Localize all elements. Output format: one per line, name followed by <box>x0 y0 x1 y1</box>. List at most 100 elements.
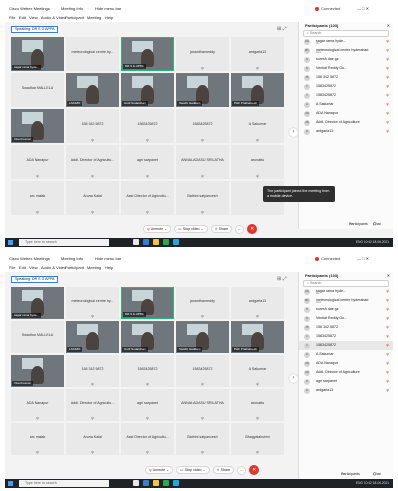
participant-tile[interactable]: ANNALADASU SRILATHA ψ <box>176 389 229 421</box>
layout-controls[interactable]: ⊞ ⤢ <box>277 276 287 282</box>
participant-tile[interactable]: ardgarla13 ψ <box>231 37 284 71</box>
hide-menu-bar-tab[interactable]: Hide menu bar <box>95 254 121 264</box>
muted-mic-icon[interactable]: ψ <box>386 82 389 91</box>
participant-row[interactable]: A A Sakumar ψ <box>299 350 393 359</box>
menu-participant[interactable]: Participant <box>65 264 84 272</box>
file-explorer-icon[interactable] <box>153 239 159 245</box>
unmute-button[interactable]: ψ Unmute ⌄ <box>145 466 174 474</box>
participant-tile[interactable]: ADA Nanapur ψ <box>11 145 64 179</box>
participant-row[interactable]: AN ADA Nanapur ψ <box>299 109 393 118</box>
participants-search-input[interactable]: ⌕ Search <box>303 280 389 287</box>
file-explorer-icon[interactable] <box>153 480 159 486</box>
participant-tile[interactable]: arc malak ψ <box>11 181 64 215</box>
windows-logo-icon[interactable] <box>8 240 13 245</box>
menu-file[interactable]: File <box>9 264 15 272</box>
window-controls[interactable]: — □ ✕ <box>357 254 369 264</box>
meeting-info-tab[interactable]: Meeting Info <box>61 254 83 264</box>
muted-mic-icon[interactable]: ψ <box>386 55 389 64</box>
participant-tile[interactable]: Vinod kumar <box>11 109 64 143</box>
muted-mic-icon[interactable]: ψ <box>386 37 389 46</box>
menu-meeting[interactable]: Meeting <box>87 14 101 22</box>
edge-icon[interactable] <box>143 480 149 486</box>
webex-icon[interactable] <box>173 239 179 245</box>
participant-row[interactable]: KH sagar rama hyde... Me ψ <box>299 37 393 46</box>
participant-tile[interactable]: ADA Nanapur ψ <box>11 389 64 421</box>
muted-mic-icon[interactable]: ψ <box>386 377 389 386</box>
participant-row[interactable]: Ssuresh dae.gz ψ <box>299 305 393 314</box>
muted-mic-icon[interactable]: ψ <box>386 350 389 359</box>
webex-icon[interactable] <box>173 480 179 486</box>
taskbar-search-input[interactable]: Type here to search <box>19 480 109 487</box>
participant-tile[interactable]: 1583425872 ψ <box>121 109 174 143</box>
participant-row[interactable]: 1 1583425872 ψ <box>299 82 393 91</box>
muted-mic-icon[interactable]: ψ <box>386 73 389 82</box>
connection-status[interactable]: Connected <box>315 254 340 264</box>
participant-tile[interactable]: janardhanreddy ψ <box>176 37 229 71</box>
participant-tile[interactable]: Aruna Kalal ψ <box>66 423 119 455</box>
participant-tile[interactable]: 158 342 5872 ψ <box>66 109 119 143</box>
window-controls[interactable]: — □ ✕ <box>357 4 369 14</box>
muted-mic-icon[interactable]: ψ <box>386 323 389 332</box>
participant-row[interactable]: Aagri sarpanet ψ <box>299 377 393 386</box>
participant-row[interactable]: 1 1583425872 ψ <box>299 91 393 100</box>
next-page-icon[interactable]: › <box>289 374 298 383</box>
participant-tile[interactable]: Swadhar MALLELA <box>11 73 64 107</box>
participant-tile[interactable]: DR S G APPA <box>121 37 174 71</box>
muted-mic-icon[interactable]: ψ <box>386 314 389 323</box>
participant-row[interactable]: AD Addl. Director of Agriculture ψ <box>299 368 393 377</box>
leave-meeting-button[interactable]: ✕ <box>249 465 260 475</box>
menu-help[interactable]: Help <box>105 14 113 22</box>
menu-view[interactable]: View <box>29 14 38 22</box>
share-button[interactable]: ⇪ Share <box>210 225 233 233</box>
participant-tile[interactable]: Gotti Sudarshan <box>121 73 174 107</box>
muted-mic-icon[interactable]: ψ <box>386 109 389 118</box>
participant-tile[interactable]: Swadhar MALLELA <box>11 321 64 353</box>
task-view-icon[interactable] <box>133 480 139 486</box>
more-options-button[interactable]: ··· <box>235 224 245 234</box>
connection-status[interactable]: Connected <box>315 4 340 14</box>
participant-tile[interactable]: Bathini satyanvesh ψ <box>176 423 229 455</box>
participant-row[interactable]: 15 158 342 5872 ψ <box>299 73 393 82</box>
menu-audio-video[interactable]: Audio & Video <box>41 264 66 272</box>
participant-tile[interactable]: DR S G APPA <box>121 287 174 319</box>
participant-row[interactable]: Aardgarla13 ψ <box>299 127 393 136</box>
participant-tile[interactable]: sagar rama hyde... <box>11 37 64 71</box>
participant-tile[interactable]: Asst Director of Agricultu... ψ <box>121 423 174 455</box>
windows-logo-icon[interactable] <box>8 481 13 486</box>
participant-tile[interactable]: A Sakumar ψ <box>231 109 284 143</box>
participant-tile[interactable]: LAKIMO <box>66 321 119 353</box>
close-icon[interactable]: ✕ <box>387 272 390 280</box>
next-page-icon[interactable]: › <box>289 128 298 137</box>
participant-row[interactable]: Aardgarla13 ψ <box>299 386 393 395</box>
participant-tile[interactable]: 1583425872 ψ <box>121 355 174 387</box>
menu-view[interactable]: View <box>29 264 38 272</box>
stop-video-button[interactable]: ▭ Stop video ⌄ <box>176 466 210 474</box>
participant-tile[interactable]: Bhagyalakshmi ψ <box>231 423 284 455</box>
participant-tile[interactable]: agri sarpanet ψ <box>121 389 174 421</box>
participant-tile[interactable]: Swathi Gaddam <box>176 73 229 107</box>
participant-tile[interactable]: ANNALADASU SRILATHA ψ <box>176 145 229 179</box>
participant-tile[interactable]: Aruna Kalal ψ <box>66 181 119 215</box>
participant-row[interactable]: MC meteorological centre hyderabad Host ψ <box>299 46 393 55</box>
task-view-icon[interactable] <box>133 239 139 245</box>
participant-tile[interactable]: ardgarla13 ψ <box>231 287 284 319</box>
participant-row[interactable]: A A Sakumar ψ <box>299 100 393 109</box>
chrome-icon[interactable] <box>163 239 169 245</box>
participant-row[interactable]: 15 158 342 5872 ψ <box>299 323 393 332</box>
muted-mic-icon[interactable]: ψ <box>386 359 389 368</box>
participant-row[interactable]: S Venkat Reddy Ou... ψ <box>299 64 393 73</box>
unmute-button[interactable]: ψ Unmute ⌄ <box>143 225 172 233</box>
muted-mic-icon[interactable]: ψ <box>386 91 389 100</box>
participant-tile[interactable]: PHF Prathamesh <box>231 73 284 107</box>
muted-mic-icon[interactable]: ψ <box>386 287 389 296</box>
share-button[interactable]: ⇪ Share <box>212 466 235 474</box>
participant-row[interactable]: 1 1583425872 ψ <box>299 332 393 341</box>
participant-tile[interactable]: PHF Prathamesh <box>231 321 284 353</box>
participant-tile[interactable]: 1583425872 ψ <box>176 109 229 143</box>
participant-row[interactable]: AN ADA Nanapur ψ <box>299 359 393 368</box>
muted-mic-icon[interactable]: ψ <box>386 64 389 73</box>
muted-mic-icon[interactable]: ψ <box>386 341 389 350</box>
edge-icon[interactable] <box>143 239 149 245</box>
menu-edit[interactable]: Edit <box>19 264 26 272</box>
participants-search-input[interactable]: ⌕ Search <box>303 30 389 37</box>
